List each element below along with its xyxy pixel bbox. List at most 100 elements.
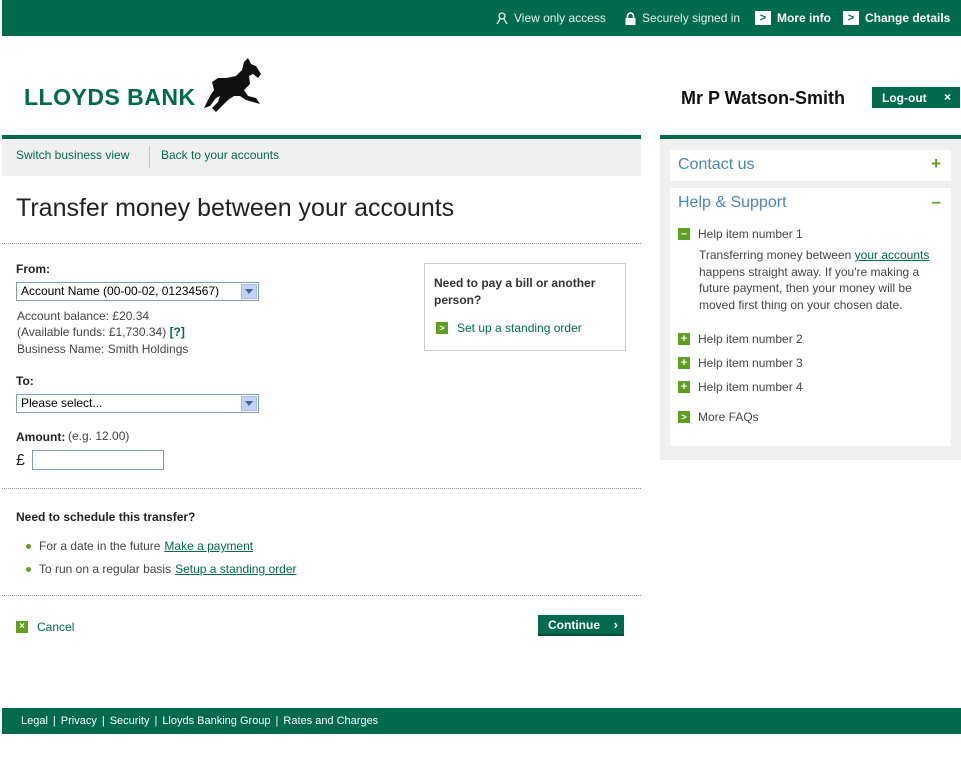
list-item: For a date in the future Make a payment	[26, 539, 253, 553]
back-to-accounts-link[interactable]: Back to your accounts	[161, 148, 279, 162]
sub-navigation: Switch business view Back to your accoun…	[2, 139, 641, 176]
plus-icon: +	[678, 357, 690, 369]
more-info-link[interactable]: > More info	[755, 11, 831, 25]
cancel-button[interactable]: × Cancel	[16, 620, 74, 634]
change-details-label: Change details	[865, 11, 951, 25]
contact-us-title: Contact us	[678, 156, 755, 173]
schedule-title: Need to schedule this transfer?	[16, 510, 196, 524]
plus-icon: +	[678, 333, 690, 345]
footer-link-lloyds-banking-group[interactable]: Lloyds Banking Group	[162, 715, 270, 727]
pay-bill-callout: Need to pay a bill or another person? > …	[424, 263, 626, 351]
top-bar: View only access Securely signed in > Mo…	[2, 0, 961, 36]
footer-separator: |	[275, 715, 279, 727]
help-support-title: Help & Support	[678, 194, 787, 211]
help-item-2[interactable]: + Help item number 2	[678, 332, 803, 346]
account-balance: Account balance: £20.34	[17, 309, 150, 323]
chevron-down-icon	[241, 284, 257, 299]
more-faqs-label: More FAQs	[698, 410, 759, 424]
chevron-right-icon: >	[678, 411, 690, 423]
footer-link-security[interactable]: Security	[110, 715, 150, 727]
minus-icon[interactable]: –	[932, 192, 941, 212]
footer: Legal | Privacy | Security | Lloyds Bank…	[2, 708, 961, 734]
plus-icon: +	[678, 381, 690, 393]
footer-link-privacy[interactable]: Privacy	[61, 715, 97, 727]
list-item: To run on a regular basis Setup a standi…	[26, 562, 297, 576]
available-funds-row: (Available funds: £1,730.34) [?]	[17, 325, 185, 339]
switch-business-view-link[interactable]: Switch business view	[16, 148, 129, 162]
signed-in-label: Securely signed in	[642, 11, 741, 25]
to-label: To:	[16, 374, 34, 388]
currency-symbol: £	[16, 452, 25, 469]
change-details-link[interactable]: > Change details	[843, 11, 950, 25]
logout-button[interactable]: Log-out ×	[872, 87, 960, 108]
chevron-right-icon: >	[436, 322, 448, 334]
footer-separator: |	[154, 715, 158, 727]
footer-link-legal[interactable]: Legal	[21, 715, 48, 727]
help-item-label: Help item number 2	[698, 332, 803, 346]
help-item-1[interactable]: – Help item number 1	[678, 227, 803, 241]
amount-input[interactable]	[32, 450, 164, 470]
continue-label: Continue	[548, 617, 600, 632]
footer-link-rates-and-charges[interactable]: Rates and Charges	[283, 715, 378, 727]
schedule-text: For a date in the future	[39, 539, 161, 553]
divider	[2, 488, 641, 489]
view-only-access: View only access	[496, 11, 606, 25]
make-payment-link[interactable]: Make a payment	[164, 539, 253, 553]
divider	[2, 243, 641, 244]
close-icon: ×	[16, 621, 28, 633]
brand-logo-text: LLOYDS BANK	[24, 84, 196, 110]
secure-status: Securely signed in	[625, 11, 740, 25]
cancel-label: Cancel	[37, 620, 75, 634]
help-text-part: happens straight away. If you're making …	[699, 264, 920, 312]
help-item-label: Help item number 1	[698, 227, 803, 241]
setup-standing-order-text-link[interactable]: Setup a standing order	[175, 562, 296, 576]
from-label: From:	[16, 262, 50, 276]
more-faqs-link[interactable]: > More FAQs	[678, 410, 759, 424]
plus-icon[interactable]: +	[931, 154, 941, 174]
chevron-right-icon: ›	[613, 617, 618, 632]
subnav-divider	[149, 146, 150, 168]
chevron-down-icon	[241, 396, 257, 411]
page-title: Transfer money between your accounts	[16, 194, 455, 222]
bullet-icon	[26, 543, 31, 549]
help-item-4[interactable]: + Help item number 4	[678, 380, 803, 394]
to-account-value: Please select...	[21, 396, 103, 410]
help-item-1-text: Transferring money between your accounts…	[699, 247, 944, 313]
setup-standing-order-label: Set up a standing order	[457, 321, 582, 335]
more-info-label: More info	[777, 11, 831, 25]
user-name: Mr P Watson-Smith	[681, 88, 846, 108]
divider	[2, 595, 641, 596]
sidebar: Contact us + Help & Support – – Help ite…	[660, 135, 961, 460]
amount-label: Amount:	[16, 430, 66, 444]
logout-label: Log-out	[882, 90, 927, 105]
from-account-select[interactable]: Account Name (00-00-02, 01234567)	[16, 282, 259, 301]
help-support-panel: Help & Support – – Help item number 1 Tr…	[670, 188, 951, 446]
from-account-value: Account Name (00-00-02, 01234567)	[21, 284, 220, 298]
help-question-link[interactable]: [?]	[170, 325, 185, 339]
help-item-label: Help item number 4	[698, 380, 803, 394]
help-item-label: Help item number 3	[698, 356, 803, 370]
footer-separator: |	[101, 715, 105, 727]
available-funds: (Available funds: £1,730.34)	[17, 325, 167, 339]
to-account-select[interactable]: Please select...	[16, 394, 259, 413]
close-icon: ×	[943, 90, 951, 104]
your-accounts-link[interactable]: your accounts	[855, 248, 930, 262]
chevron-right-icon: >	[755, 11, 771, 25]
help-item-3[interactable]: + Help item number 3	[678, 356, 803, 370]
chevron-right-icon: >	[843, 11, 859, 25]
business-name: Business Name: Smith Holdings	[17, 342, 189, 356]
callout-question: Need to pay a bill or another person?	[434, 276, 596, 307]
schedule-text: To run on a regular basis	[39, 562, 172, 576]
amount-hint: (e.g. 12.00)	[68, 429, 130, 443]
footer-separator: |	[52, 715, 56, 727]
view-only-label: View only access	[514, 11, 606, 25]
help-text-part: Transferring money between	[699, 248, 855, 262]
black-horse-logo-icon	[204, 58, 261, 112]
lock-icon	[625, 11, 636, 25]
setup-standing-order-link[interactable]: > Set up a standing order	[436, 321, 582, 335]
contact-us-panel[interactable]: Contact us +	[670, 150, 951, 181]
bullet-icon	[26, 566, 31, 572]
continue-button[interactable]: Continue ›	[538, 615, 624, 636]
user-icon	[496, 11, 508, 24]
minus-icon: –	[678, 228, 690, 240]
